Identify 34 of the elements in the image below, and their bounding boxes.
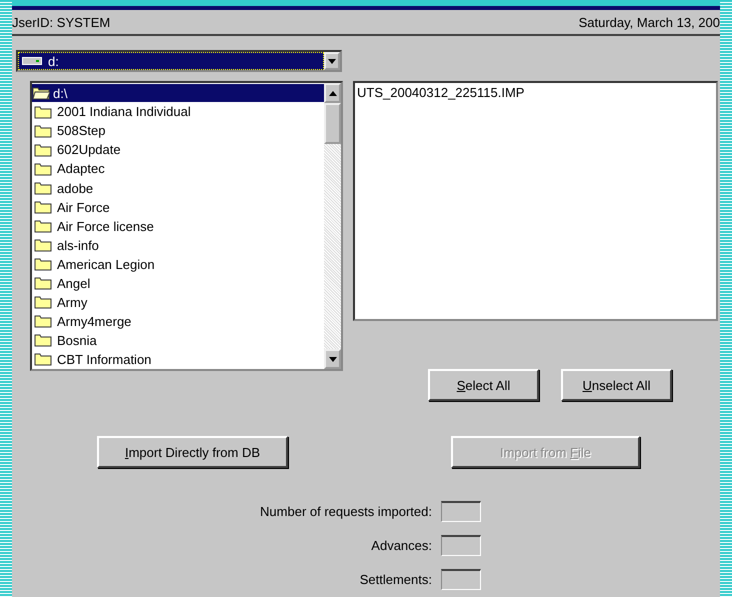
folder-item[interactable]: 602Update <box>55 142 123 158</box>
folder-item[interactable]: als-info <box>55 238 101 253</box>
folder-item[interactable]: adobe <box>55 180 96 196</box>
counter-label: Advances: <box>370 538 432 553</box>
folder-item[interactable]: Angel <box>55 276 92 291</box>
folder-item[interactable]: Air Force <box>55 200 112 215</box>
file-item[interactable]: UTS_20040312_225115.IMP <box>357 85 524 100</box>
select-all-button[interactable]: Select All <box>428 369 539 401</box>
user-id-label: JserID: SYSTEM <box>12 14 110 30</box>
counter-field <box>441 501 481 522</box>
scroll-up-icon <box>328 90 336 96</box>
folder-item[interactable]: Adaptec <box>55 161 107 176</box>
scroll-thumb[interactable] <box>324 103 341 144</box>
drive-icon <box>22 56 42 66</box>
folder-item[interactable]: Army4merge <box>55 314 134 329</box>
date-label: Saturday, March 13, 200 <box>578 14 720 30</box>
folder-item[interactable]: Air Force license <box>55 218 156 234</box>
folder-item[interactable]: d:\ <box>32 84 324 102</box>
drive-dropdown[interactable]: d: <box>16 50 342 72</box>
folder-item[interactable]: Army <box>55 294 90 310</box>
folder-item[interactable]: CBT Information <box>55 352 154 367</box>
counter-field <box>441 535 481 556</box>
counter-field <box>441 569 481 590</box>
unselect-all-button[interactable]: Unselect All <box>561 369 672 401</box>
folder-item[interactable]: Bosnia <box>55 332 99 348</box>
dropdown-arrow-icon <box>328 58 336 64</box>
folder-item[interactable]: 2001 Indiana Individual <box>55 104 193 120</box>
counter-label: Settlements: <box>358 572 432 587</box>
folder-item[interactable]: American Legion <box>55 256 157 272</box>
import-from-db-button[interactable]: Import Directly from DB <box>97 436 288 468</box>
scroll-down-icon <box>328 356 336 362</box>
counter-label: Number of requests imported: <box>259 504 432 519</box>
scrollbar[interactable] <box>324 83 341 369</box>
folder-item[interactable]: 508Step <box>55 123 108 138</box>
